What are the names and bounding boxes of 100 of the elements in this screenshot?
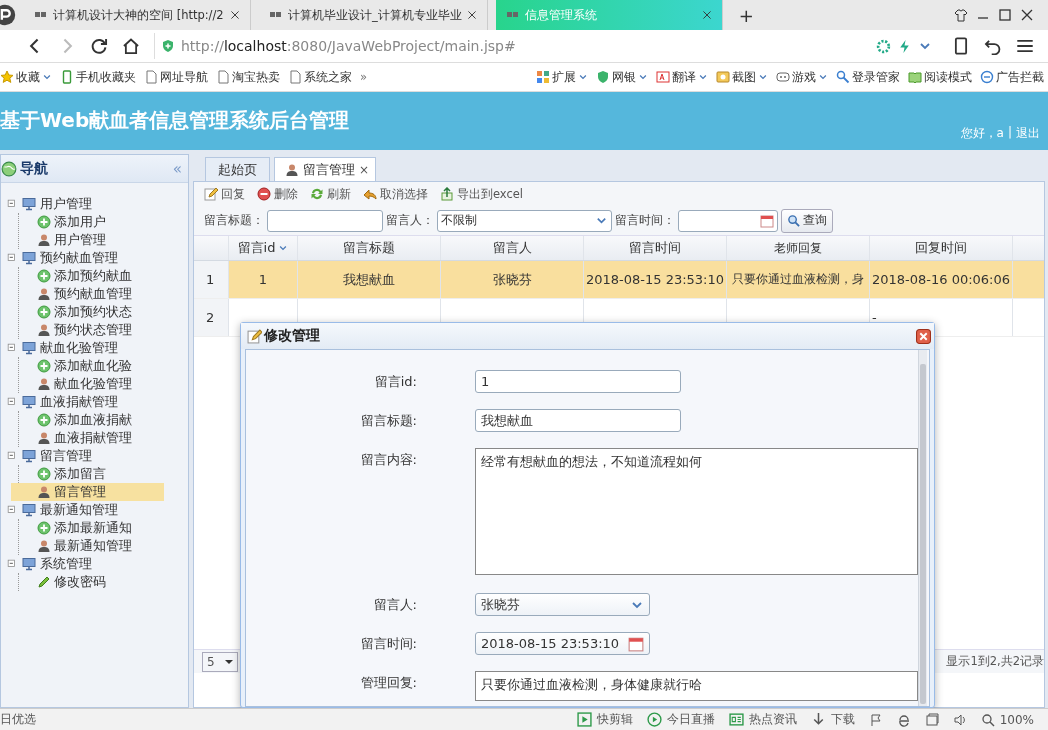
bookmark-item[interactable]: 阅读模式: [908, 69, 972, 85]
bookmark-item[interactable]: 收藏: [0, 69, 52, 85]
menu-icon[interactable]: [1016, 37, 1034, 55]
monitor-icon: [22, 197, 36, 211]
date-field[interactable]: 2018-08-15 23:53:10: [475, 632, 650, 655]
undo-icon[interactable]: [984, 37, 1002, 55]
tree-item[interactable]: 添加留言: [37, 465, 188, 483]
column-header[interactable]: 留言id: [229, 236, 298, 260]
close-icon[interactable]: [701, 10, 712, 20]
status-item[interactable]: 下载: [810, 711, 855, 728]
row-number: 1: [194, 261, 229, 298]
tree-item[interactable]: 预约状态管理: [37, 321, 188, 339]
bookmark-item[interactable]: 淘宝热卖: [216, 69, 280, 85]
tree-node[interactable]: 血液捐献管理: [7, 393, 188, 411]
new-tab-button[interactable]: +: [730, 4, 762, 26]
browser-logo-icon[interactable]: [0, 4, 16, 26]
tree-node[interactable]: 最新通知管理: [7, 501, 188, 519]
speaker-icon[interactable]: [952, 712, 967, 727]
input-field[interactable]: 我想献血: [475, 409, 681, 432]
bookmark-item[interactable]: 系统之家: [288, 69, 352, 85]
tree-item[interactable]: 最新通知管理: [37, 537, 188, 555]
bookmark-item[interactable]: 网址导航: [144, 69, 208, 85]
window-icon[interactable]: [924, 712, 939, 727]
bookmark-item[interactable]: 网银: [596, 69, 648, 85]
more-bookmarks-button[interactable]: »: [360, 70, 368, 84]
tree-item[interactable]: 留言管理: [11, 483, 164, 501]
filter-label: 留言人：: [386, 213, 434, 228]
column-header[interactable]: 留言时间: [584, 236, 727, 260]
page-icon: [288, 70, 302, 84]
tree-item[interactable]: 预约献血管理: [37, 285, 188, 303]
tree-item[interactable]: 添加用户: [37, 213, 188, 231]
address-field[interactable]: http://localhost:8080/JavaWebProject/main.jsp#: [154, 33, 938, 59]
toolbar-button[interactable]: 取消选择: [363, 186, 428, 202]
toolbar-button[interactable]: 导出到excel: [440, 186, 524, 202]
shirt-icon[interactable]: [954, 8, 968, 22]
toolbar-button[interactable]: 删除: [257, 186, 298, 202]
flag-icon[interactable]: [868, 712, 883, 727]
tablet-icon[interactable]: [952, 37, 970, 55]
browser-icon[interactable]: [896, 712, 911, 727]
maximize-icon[interactable]: [998, 8, 1012, 22]
column-header[interactable]: 留言人: [441, 236, 584, 260]
home-icon[interactable]: [122, 37, 140, 55]
tree-node[interactable]: 系统管理: [7, 555, 188, 573]
table-row[interactable]: 1 1 我想献血 张晓芬 2018-08-15 23:53:10 只要你通过血液检测，身 2018-08-16 00:06:06: [194, 261, 1044, 299]
tree-node[interactable]: 用户管理: [7, 195, 188, 213]
field-label: 留言id:: [373, 373, 417, 391]
close-icon[interactable]: [916, 328, 931, 344]
greeting-text: 您好，a: [960, 125, 1004, 142]
zoom-control[interactable]: 100%: [980, 712, 1034, 727]
dropdown[interactable]: 不限制: [437, 209, 612, 232]
tab[interactable]: 起始页: [205, 157, 270, 181]
toolbar-button[interactable]: 回复: [204, 186, 245, 202]
tree-item[interactable]: 献血化验管理: [37, 375, 188, 393]
text-area[interactable]: 经常有想献血的想法，不知道流程如何: [475, 448, 918, 575]
input-field[interactable]: 1: [475, 370, 681, 393]
tree-item[interactable]: 添加献血化验: [37, 357, 188, 375]
bookmark-item[interactable]: 广告拦截: [980, 69, 1044, 85]
bookmark-item[interactable]: 扩展: [536, 69, 588, 85]
close-icon[interactable]: [230, 10, 240, 20]
pencil-icon: [37, 575, 51, 589]
edit-icon: [247, 328, 262, 344]
gear-icon[interactable]: [876, 38, 891, 54]
bookmark-item[interactable]: 游戏: [776, 69, 828, 85]
toolbar-button[interactable]: 刷新: [310, 186, 351, 202]
column-header[interactable]: 留言标题: [298, 236, 441, 260]
status-item[interactable]: 快剪辑: [576, 711, 633, 728]
input-field[interactable]: [267, 209, 383, 232]
reload-icon[interactable]: [90, 37, 108, 55]
bookmark-item[interactable]: 手机收藏夹: [60, 69, 136, 85]
tree-node[interactable]: 预约献血管理: [7, 249, 188, 267]
tree-item[interactable]: 添加最新通知: [37, 519, 188, 537]
scrollbar-thumb[interactable]: [920, 364, 926, 704]
bookmark-item[interactable]: 翻译: [656, 69, 708, 85]
tree-node[interactable]: 献血化验管理: [7, 339, 188, 357]
date-field[interactable]: [678, 209, 778, 232]
column-header[interactable]: 回复时间: [870, 236, 1013, 260]
tab[interactable]: 留言管理 ×: [274, 157, 377, 181]
tree-item[interactable]: 血液捐献管理: [37, 429, 188, 447]
tree-item[interactable]: 用户管理: [37, 231, 188, 249]
row-number: 2: [194, 299, 229, 336]
monitor-icon: [22, 557, 36, 571]
text-area[interactable]: 只要你通过血液检测，身体健康就行哈: [475, 671, 918, 701]
browser-tab[interactable]: 计算机设计大神的空间 [http://2: [24, 0, 251, 30]
search-button[interactable]: 查询: [781, 208, 833, 233]
tree-item[interactable]: 修改密码: [37, 573, 188, 591]
close-icon[interactable]: [466, 10, 477, 20]
bookmark-item[interactable]: 截图: [716, 69, 768, 85]
tree-node[interactable]: 留言管理: [7, 447, 188, 465]
tree-item[interactable]: 添加预约献血: [37, 267, 188, 285]
tree-item[interactable]: 添加预约状态: [37, 303, 188, 321]
tree-item[interactable]: 添加血液捐献: [37, 411, 188, 429]
dropdown[interactable]: 张晓芬: [475, 593, 650, 616]
browser-tab[interactable]: 计算机毕业设计_计算机专业毕业: [259, 0, 488, 30]
close-icon[interactable]: [1020, 8, 1034, 22]
status-item[interactable]: 今日直播: [646, 711, 715, 728]
page-size-dropdown[interactable]: 5: [202, 651, 238, 672]
bookmark-item[interactable]: 登录管家: [836, 69, 900, 85]
column-header[interactable]: 老师回复: [727, 236, 870, 260]
close-tab-button[interactable]: ×: [359, 162, 370, 177]
status-item[interactable]: 热点资讯: [728, 711, 797, 728]
